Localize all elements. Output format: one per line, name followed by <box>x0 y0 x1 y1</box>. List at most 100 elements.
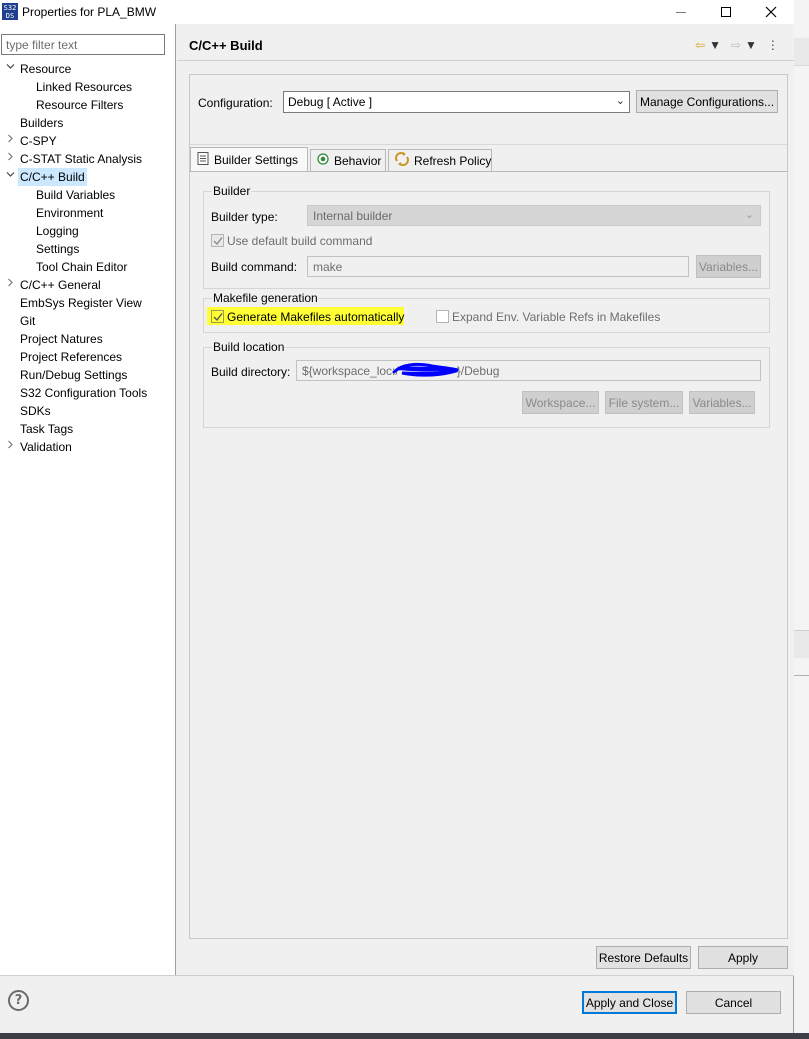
back-arrow-icon[interactable]: ⇦ <box>695 38 705 52</box>
tree-item-linked-resources[interactable]: Linked Resources <box>0 78 175 96</box>
tab-refresh-policy[interactable]: Refresh Policy <box>388 149 492 171</box>
background-panel <box>794 630 809 658</box>
manage-configurations-button[interactable]: Manage Configurations... <box>636 90 778 113</box>
build-directory-prefix: ${workspace_loc:/ <box>302 364 399 378</box>
restore-defaults-button[interactable]: Restore Defaults <box>596 946 691 969</box>
tree-item-label: Tool Chain Editor <box>36 260 128 274</box>
tree-item-c-stat-static-analysis[interactable]: C-STAT Static Analysis <box>0 150 175 168</box>
behavior-icon <box>317 153 329 168</box>
build-location-group: Build location Build directory: ${worksp… <box>203 340 770 428</box>
view-menu-icon[interactable]: ⋮ <box>767 38 779 52</box>
apply-button[interactable]: Apply <box>698 946 788 969</box>
builder-type-label: Builder type: <box>211 210 278 224</box>
tree-item-resource[interactable]: Resource <box>0 60 175 78</box>
tree-item-embsys-register-view[interactable]: EmbSys Register View <box>0 294 175 312</box>
tree-item-label: Builders <box>20 116 64 130</box>
configuration-bar: Configuration: Debug [ Active ] ⌄ Manage… <box>190 75 787 145</box>
workspace-button[interactable]: Workspace... <box>522 391 599 414</box>
tree-item-label: Project References <box>20 350 123 364</box>
tree-item-label: Run/Debug Settings <box>20 368 128 382</box>
tree-item-tool-chain-editor[interactable]: Tool Chain Editor <box>0 258 175 276</box>
tree-item-resource-filters[interactable]: Resource Filters <box>0 96 175 114</box>
generate-makefiles-label: Generate Makefiles automatically <box>227 310 405 324</box>
tree-item-label: Resource <box>20 62 72 76</box>
chevron-right-icon[interactable] <box>4 132 16 150</box>
category-tree: Resource Linked Resources Resource Filters… <box>0 60 175 456</box>
tree-item-s32-configuration-tools[interactable]: S32 Configuration Tools <box>0 384 175 402</box>
chevron-down-icon: ⌄ <box>615 95 625 107</box>
tree-item-settings[interactable]: Settings <box>0 240 175 258</box>
use-default-command-checkbox[interactable] <box>211 234 224 247</box>
page-title: C/C++ Build <box>189 38 263 53</box>
tree-item-project-references[interactable]: Project References <box>0 348 175 366</box>
minimize-button[interactable] <box>658 0 704 24</box>
tab-behavior[interactable]: Behavior <box>310 149 386 171</box>
tree-item-label: Settings <box>36 242 80 256</box>
tree-item-sdks[interactable]: SDKs <box>0 402 175 420</box>
tab-label: Behavior <box>334 153 382 168</box>
tree-item-git[interactable]: Git <box>0 312 175 330</box>
build-directory-suffix: }/Debug <box>456 364 500 378</box>
forward-dropdown-icon[interactable]: ▼ <box>745 38 757 52</box>
tab-builder-settings[interactable]: Builder Settings <box>190 147 308 171</box>
tree-item-c-spy[interactable]: C-SPY <box>0 132 175 150</box>
builder-type-select[interactable]: Internal builder ⌄ <box>307 205 761 226</box>
forward-arrow-icon[interactable]: ⇨ <box>731 38 741 52</box>
tree-item-label: Task Tags <box>20 422 74 436</box>
generate-makefiles-checkbox[interactable] <box>211 310 224 323</box>
chevron-right-icon[interactable] <box>4 150 16 168</box>
apply-and-close-button[interactable]: Apply and Close <box>582 991 677 1014</box>
expand-env-refs-checkbox[interactable] <box>436 310 449 323</box>
back-dropdown-icon[interactable]: ▼ <box>709 38 721 52</box>
tree-item-label: Environment <box>36 206 104 220</box>
filter-input[interactable] <box>1 34 165 55</box>
configuration-label: Configuration: <box>198 96 273 110</box>
use-default-command-label: Use default build command <box>227 234 373 248</box>
location-variables-button[interactable]: Variables... <box>689 391 755 414</box>
tree-item-c-c-general[interactable]: C/C++ General <box>0 276 175 294</box>
chevron-right-icon[interactable] <box>4 276 16 294</box>
chevron-right-icon[interactable] <box>4 438 16 456</box>
tree-item-label: C-STAT Static Analysis <box>20 152 143 166</box>
tree-item-builders[interactable]: Builders <box>0 114 175 132</box>
help-icon[interactable]: ? <box>8 990 29 1011</box>
checkmark-icon <box>213 313 223 322</box>
footer-divider <box>0 975 794 976</box>
maximize-button[interactable] <box>703 0 749 24</box>
tree-item-project-natures[interactable]: Project Natures <box>0 330 175 348</box>
configuration-select[interactable]: Debug [ Active ] ⌄ <box>283 91 630 113</box>
tree-item-c-c-build[interactable]: C/C++ Build <box>0 168 175 186</box>
close-button[interactable] <box>748 0 794 24</box>
builder-variables-button[interactable]: Variables... <box>696 255 761 278</box>
property-page: C/C++ Build ⇦ ▼ ⇨ ▼ ⋮ Configuration: Deb… <box>177 24 794 975</box>
build-command-field[interactable]: make <box>307 256 689 277</box>
minimize-icon <box>676 11 686 13</box>
expand-env-refs-label: Expand Env. Variable Refs in Makefiles <box>452 310 661 324</box>
build-command-label: Build command: <box>211 260 298 274</box>
taskbar-strip <box>0 1033 809 1039</box>
tree-item-build-variables[interactable]: Build Variables <box>0 186 175 204</box>
chevron-down-icon[interactable] <box>4 168 16 186</box>
tree-item-label: C/C++ Build <box>18 168 87 186</box>
tree-item-environment[interactable]: Environment <box>0 204 175 222</box>
chevron-down-icon[interactable] <box>4 60 16 78</box>
header-divider <box>177 60 794 61</box>
builder-type-value: Internal builder <box>313 209 393 223</box>
tree-item-task-tags[interactable]: Task Tags <box>0 420 175 438</box>
makefile-generation-group: Makefile generation Generate Makefiles a… <box>203 291 770 333</box>
tree-item-label: Logging <box>36 224 79 238</box>
file-system-button[interactable]: File system... <box>605 391 683 414</box>
tree-item-label: Project Natures <box>20 332 103 346</box>
tree-item-run-debug-settings[interactable]: Run/Debug Settings <box>0 366 175 384</box>
tree-item-label: EmbSys Register View <box>20 296 142 310</box>
background-divider <box>794 675 809 676</box>
build-directory-field[interactable]: ${workspace_loc:/ }/Debug <box>296 360 761 381</box>
tree-item-validation[interactable]: Validation <box>0 438 175 456</box>
cancel-button[interactable]: Cancel <box>686 991 781 1014</box>
builder-group: Builder Builder type: Internal builder ⌄… <box>203 184 770 289</box>
group-title: Build location <box>212 340 286 354</box>
group-title: Makefile generation <box>212 291 319 305</box>
tree-item-logging[interactable]: Logging <box>0 222 175 240</box>
refresh-policy-icon <box>395 152 409 169</box>
s32ds-app-icon: S32 DS <box>2 3 18 20</box>
